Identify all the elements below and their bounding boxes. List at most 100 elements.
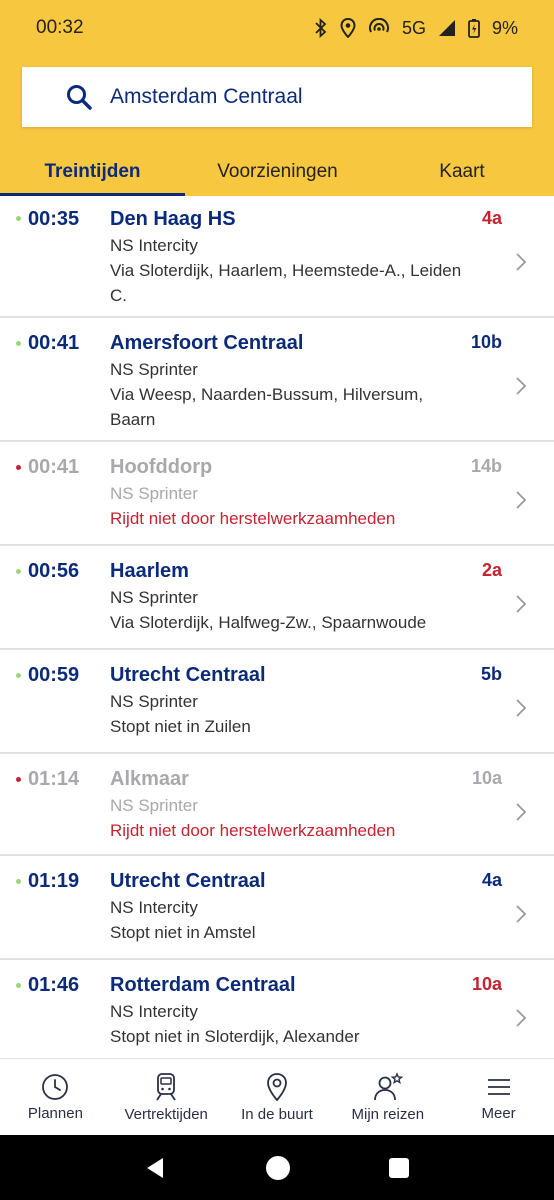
- nav-label: Plannen: [27, 1104, 83, 1122]
- bluetooth-icon: [315, 18, 327, 38]
- departure-row[interactable]: 00:41 Hoofddorp NS Sprinter Rijdt niet d…: [0, 442, 554, 546]
- departure-row[interactable]: 00:35 Den Haag HS NS Intercity Via Slote…: [0, 196, 554, 318]
- track-number: 10b: [470, 332, 502, 352]
- departure-destination: Utrecht Centraal: [110, 664, 266, 686]
- departure-row[interactable]: 00:56 Haarlem NS Sprinter Via Sloterdijk…: [0, 546, 554, 650]
- departure-row[interactable]: 01:46 Rotterdam Centraal NS Intercity St…: [0, 960, 554, 1058]
- train-type: NS Sprinter: [110, 692, 198, 711]
- route-info: Via Sloterdijk, Halfweg-Zw., Spaarnwoude: [110, 613, 427, 632]
- train-type: NS Sprinter: [110, 588, 198, 607]
- status-icons: 5G 9%: [314, 18, 518, 39]
- departure-time: 01:14: [28, 768, 80, 790]
- tab-kaart[interactable]: Kaart: [370, 148, 554, 196]
- departure-row[interactable]: 01:14 Alkmaar NS Sprinter Rijdt niet doo…: [0, 754, 554, 856]
- system-navigation-bar: [0, 1135, 554, 1200]
- recents-icon[interactable]: [387, 1156, 411, 1180]
- back-icon[interactable]: [143, 1155, 169, 1181]
- train-icon: [156, 1072, 176, 1100]
- location-icon: [340, 18, 356, 38]
- nav-label: Mijn reizen: [351, 1105, 425, 1123]
- departure-destination: Utrecht Centraal: [110, 870, 266, 892]
- nav-label: Vertrektijden: [124, 1105, 208, 1123]
- chevron-right-icon: [516, 491, 527, 509]
- departure-destination: Alkmaar: [110, 768, 189, 790]
- nav-label: Meer: [481, 1104, 516, 1122]
- tab-bar: Treintijden Voorzieningen Kaart: [0, 148, 554, 196]
- user-star-icon: [373, 1071, 404, 1100]
- chevron-right-icon: [516, 905, 527, 923]
- train-type: NS Intercity: [110, 898, 198, 917]
- chevron-right-icon: [516, 377, 527, 395]
- nav-vertrektijden[interactable]: Vertrektijden: [111, 1059, 222, 1135]
- status-dot: [16, 983, 21, 988]
- status-dot: [16, 569, 21, 574]
- app-header: Amsterdam Centraal Treintijden Voorzieni…: [0, 56, 554, 196]
- chevron-right-icon: [516, 253, 527, 271]
- status-dot: [16, 879, 21, 884]
- route-info: Stopt niet in Amstel: [110, 923, 256, 942]
- menu-icon: [487, 1078, 510, 1095]
- location-pin-icon: [267, 1072, 287, 1101]
- clock-icon: [42, 1073, 69, 1100]
- station-search-field[interactable]: Amsterdam Centraal: [22, 67, 532, 127]
- departure-time: 00:41: [28, 332, 80, 354]
- nav-plannen[interactable]: Plannen: [0, 1059, 111, 1135]
- network-type: 5G: [401, 17, 426, 38]
- nav-mijn-reizen[interactable]: Mijn reizen: [332, 1059, 443, 1135]
- train-type: NS Sprinter: [110, 360, 198, 379]
- route-info: Stopt niet in Sloterdijk, Alexander: [110, 1027, 360, 1046]
- train-type: NS Sprinter: [110, 796, 198, 815]
- departure-list: 00:35 Den Haag HS NS Intercity Via Slote…: [0, 196, 554, 1058]
- signal-icon: [438, 20, 455, 36]
- train-type: NS Intercity: [110, 236, 198, 255]
- bottom-navigation: Plannen Vertrektijden In de buurt Mijn r…: [0, 1058, 554, 1135]
- status-dot: [16, 341, 21, 346]
- track-number: 5b: [480, 664, 502, 684]
- departure-destination: Den Haag HS: [110, 208, 236, 230]
- departure-time: 00:56: [28, 560, 80, 582]
- departure-time: 00:35: [28, 208, 80, 230]
- status-dot: [16, 216, 21, 221]
- departure-time: 00:59: [28, 664, 80, 686]
- track-number: 14b: [470, 456, 502, 476]
- departure-destination: Haarlem: [110, 560, 189, 582]
- status-time: 00:32: [36, 17, 84, 38]
- chevron-right-icon: [516, 595, 527, 613]
- chevron-right-icon: [516, 699, 527, 717]
- departure-time: 00:41: [28, 456, 80, 478]
- departure-destination: Rotterdam Centraal: [110, 974, 296, 996]
- departure-row[interactable]: 00:41 Amersfoort Centraal NS Sprinter Vi…: [0, 318, 554, 442]
- nav-meer[interactable]: Meer: [443, 1059, 554, 1135]
- departure-row[interactable]: 00:59 Utrecht Centraal NS Sprinter Stopt…: [0, 650, 554, 754]
- track-number: 10a: [471, 768, 502, 788]
- tab-voorzieningen[interactable]: Voorzieningen: [185, 148, 370, 196]
- route-info: Via Sloterdijk, Haarlem, Heemstede-A., L…: [110, 261, 462, 305]
- departure-time: 01:46: [28, 974, 80, 996]
- chevron-right-icon: [516, 1009, 527, 1027]
- track-number: 10a: [471, 974, 502, 994]
- departure-destination: Hoofddorp: [110, 456, 213, 478]
- chevron-right-icon: [516, 803, 527, 821]
- status-dot: [16, 673, 21, 678]
- tab-treintijden[interactable]: Treintijden: [0, 148, 185, 196]
- nav-in-de-buurt[interactable]: In de buurt: [222, 1059, 333, 1135]
- train-type: NS Sprinter: [110, 484, 198, 503]
- track-number: 4a: [481, 870, 502, 890]
- route-info: Rijdt niet door herstelwerkzaamheden: [110, 509, 396, 528]
- search-icon: [64, 82, 94, 112]
- nav-label: In de buurt: [241, 1105, 313, 1123]
- departure-destination: Amersfoort Centraal: [110, 332, 304, 354]
- track-number: 2a: [481, 560, 502, 580]
- status-bar: 00:32 5G 9%: [0, 0, 554, 56]
- track-number: 4a: [481, 208, 502, 228]
- hotspot-icon: [368, 18, 389, 33]
- battery-level: 9%: [491, 17, 518, 38]
- train-type: NS Intercity: [110, 1002, 198, 1021]
- route-info: Rijdt niet door herstelwerkzaamheden: [110, 821, 396, 840]
- home-icon[interactable]: [265, 1155, 291, 1181]
- status-dot: [16, 465, 21, 470]
- departure-row[interactable]: 01:19 Utrecht Centraal NS Intercity Stop…: [0, 856, 554, 960]
- route-info: Via Weesp, Naarden-Bussum, Hilversum, Ba…: [110, 385, 424, 429]
- departure-time: 01:19: [28, 870, 80, 892]
- route-info: Stopt niet in Zuilen: [110, 717, 251, 736]
